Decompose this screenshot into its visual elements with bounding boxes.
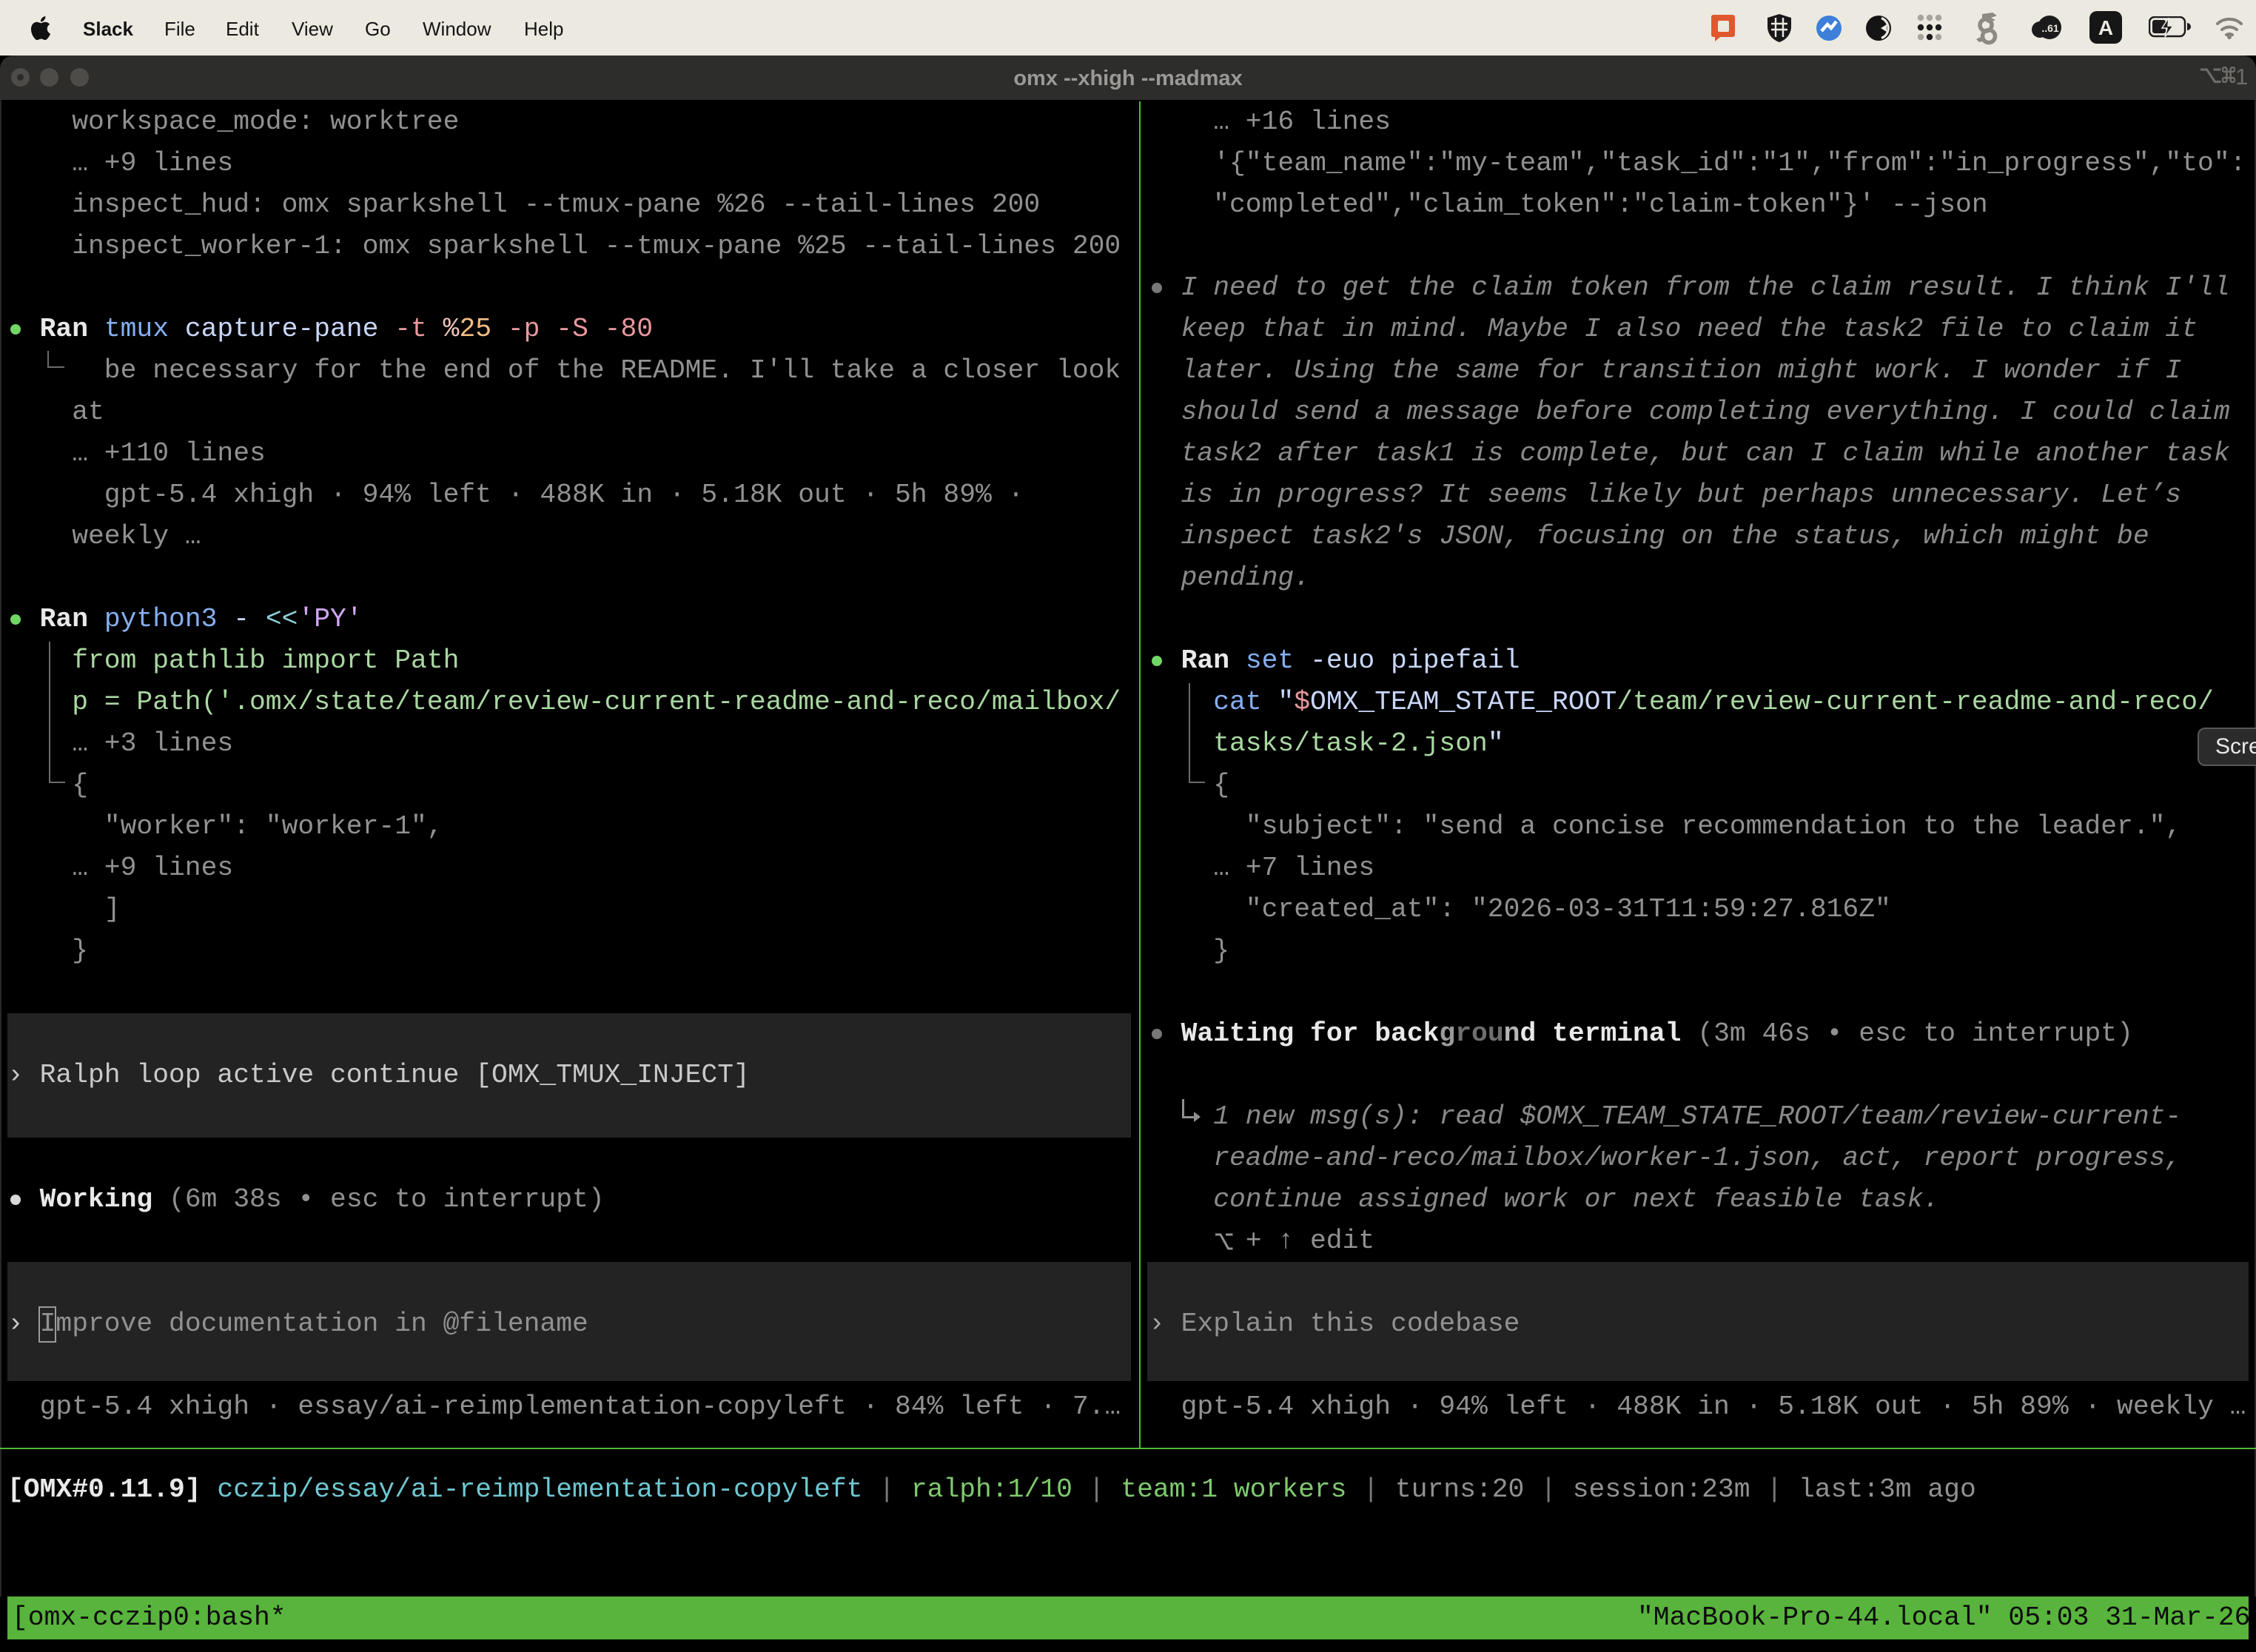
svg-text:..61: ..61 bbox=[2041, 22, 2059, 34]
svg-text:A: A bbox=[2098, 16, 2113, 39]
